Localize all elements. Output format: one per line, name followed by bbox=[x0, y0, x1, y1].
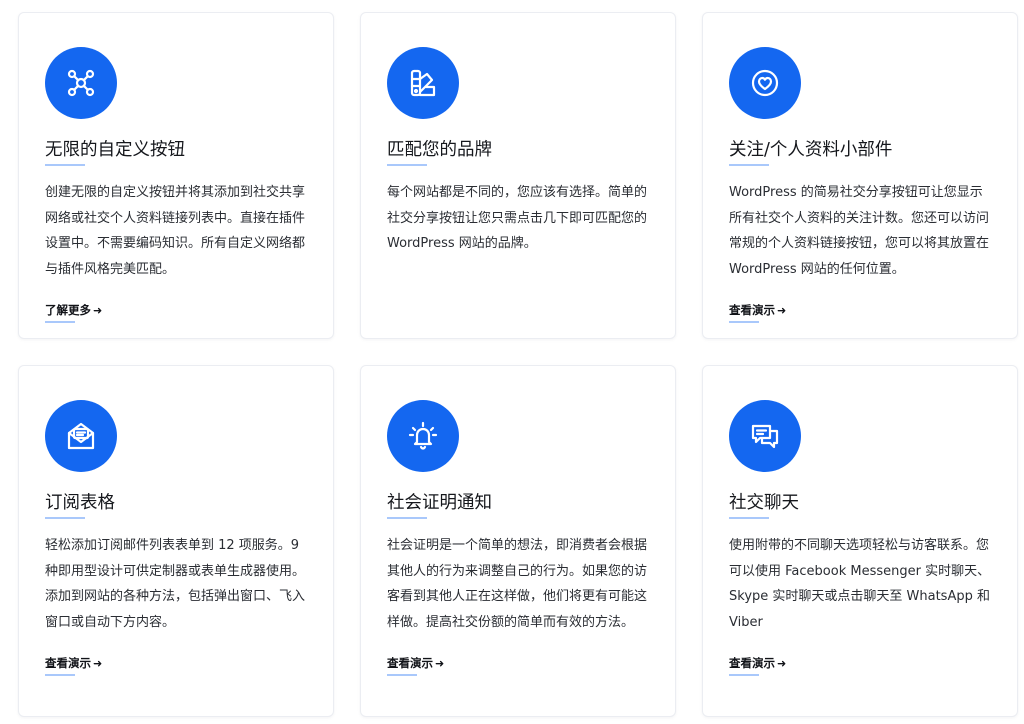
chat-bubbles-icon bbox=[729, 400, 801, 472]
feature-description: 每个网站都是不同的，您应该有选择。简单的社交分享按钮让您只需点击几下即可匹配您的… bbox=[387, 185, 648, 251]
view-demo-link[interactable]: 查看演示 ➜ bbox=[45, 655, 102, 671]
feature-description: WordPress 的简易社交分享按钮可让您显示所有社交个人资料的关注计数。您还… bbox=[729, 185, 990, 277]
feature-card-subscribe-forms: 订阅表格 轻松添加订阅邮件列表表单到 12 项服务。9 种即用型设计可供定制器或… bbox=[18, 365, 334, 717]
arrow-right-icon: ➜ bbox=[435, 657, 445, 670]
title-underline bbox=[45, 164, 85, 166]
feature-description: 使用附带的不同聊天选项轻松与访客联系。您可以使用 Facebook Messen… bbox=[729, 538, 991, 630]
link-underline bbox=[729, 321, 759, 323]
envelope-icon bbox=[45, 400, 117, 472]
feature-description: 轻松添加订阅邮件列表表单到 12 项服务。9 种即用型设计可供定制器或表单生成器… bbox=[45, 538, 306, 630]
feature-description: 社会证明是一个简单的想法，即消费者会根据其他人的行为来调整自己的行为。如果您的访… bbox=[387, 538, 648, 630]
heart-icon bbox=[729, 47, 801, 119]
link-label: 查看演示 bbox=[729, 303, 775, 317]
title-underline bbox=[729, 164, 769, 166]
arrow-right-icon: ➜ bbox=[777, 304, 787, 317]
feature-card-social-proof: 社会证明通知 社会证明是一个简单的想法，即消费者会根据其他人的行为来调整自己的行… bbox=[360, 365, 676, 717]
link-label: 查看演示 bbox=[45, 656, 91, 670]
feature-title: 无限的自定义按钮 bbox=[45, 140, 185, 160]
feature-title: 社交聊天 bbox=[729, 493, 799, 513]
feature-description: 创建无限的自定义按钮并将其添加到社交共享网络或社交个人资料链接列表中。直接在插件… bbox=[45, 185, 306, 277]
view-demo-link[interactable]: 查看演示 ➜ bbox=[387, 655, 444, 671]
feature-title: 关注/个人资料小部件 bbox=[729, 140, 893, 160]
arrow-right-icon: ➜ bbox=[777, 657, 787, 670]
title-underline bbox=[387, 164, 427, 166]
palette-icon bbox=[387, 47, 459, 119]
learn-more-link[interactable]: 了解更多 ➜ bbox=[45, 302, 102, 318]
view-demo-link[interactable]: 查看演示 ➜ bbox=[729, 655, 786, 671]
link-underline bbox=[387, 674, 417, 676]
feature-title: 匹配您的品牌 bbox=[387, 140, 492, 160]
link-label: 了解更多 bbox=[45, 303, 91, 317]
link-label: 查看演示 bbox=[729, 656, 775, 670]
feature-card-match-brand: 匹配您的品牌 每个网站都是不同的，您应该有选择。简单的社交分享按钮让您只需点击几… bbox=[360, 12, 676, 339]
nodes-icon bbox=[45, 47, 117, 119]
link-underline bbox=[45, 674, 75, 676]
feature-card-custom-buttons: 无限的自定义按钮 创建无限的自定义按钮并将其添加到社交共享网络或社交个人资料链接… bbox=[18, 12, 334, 339]
feature-title: 订阅表格 bbox=[45, 493, 115, 513]
arrow-right-icon: ➜ bbox=[93, 657, 103, 670]
feature-title: 社会证明通知 bbox=[387, 493, 492, 513]
link-label: 查看演示 bbox=[387, 656, 433, 670]
title-underline bbox=[387, 517, 427, 519]
features-grid: 无限的自定义按钮 创建无限的自定义按钮并将其添加到社交共享网络或社交个人资料链接… bbox=[0, 0, 1024, 724]
feature-card-social-chat: 社交聊天 使用附带的不同聊天选项轻松与访客联系。您可以使用 Facebook M… bbox=[702, 365, 1018, 717]
feature-card-follow-widget: 关注/个人资料小部件 WordPress 的简易社交分享按钮可让您显示所有社交个… bbox=[702, 12, 1018, 339]
bell-icon bbox=[387, 400, 459, 472]
link-underline bbox=[45, 321, 75, 323]
title-underline bbox=[45, 517, 85, 519]
arrow-right-icon: ➜ bbox=[93, 304, 103, 317]
view-demo-link[interactable]: 查看演示 ➜ bbox=[729, 302, 786, 318]
link-underline bbox=[729, 674, 759, 676]
title-underline bbox=[729, 517, 769, 519]
